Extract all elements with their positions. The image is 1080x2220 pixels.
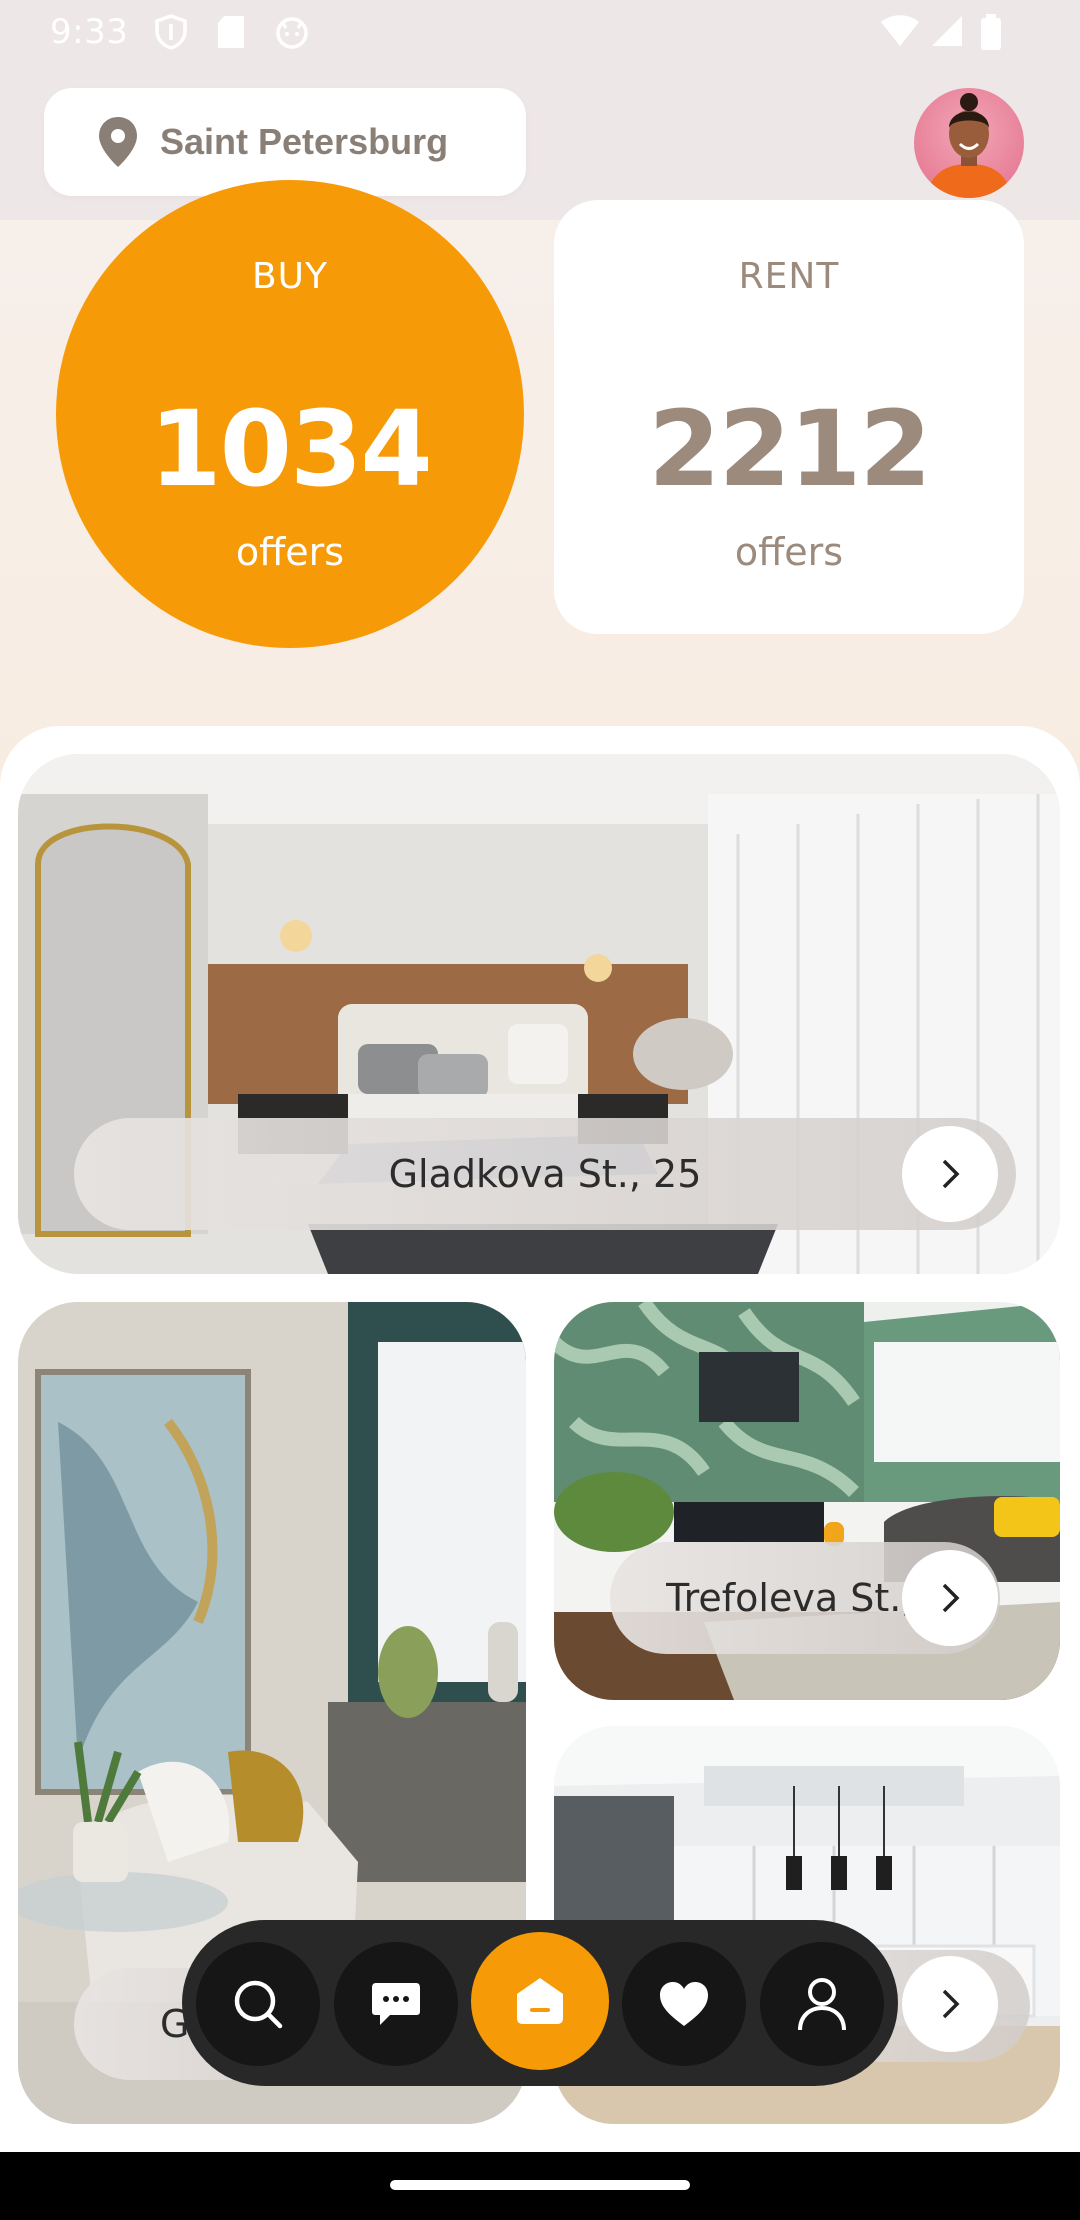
rent-count: 2212 <box>648 388 931 510</box>
chat-icon <box>372 1983 420 2025</box>
map-pin-icon <box>99 117 137 167</box>
rent-offers-card[interactable]: RENT 2212 offers <box>554 200 1024 634</box>
home-gesture-handle[interactable] <box>390 2180 690 2190</box>
listing-card[interactable]: Trefoleva St., <box>554 1302 1060 1700</box>
chevron-right-icon <box>942 1583 960 1613</box>
status-time: 9:33 <box>50 12 129 52</box>
buy-offers-card[interactable]: BUY 1034 offers <box>56 180 524 648</box>
home-icon <box>517 1978 563 2024</box>
listing-address: Gladkova St., 25 <box>388 1152 702 1196</box>
buy-unit: offers <box>235 530 345 574</box>
chevron-right-icon <box>942 1159 960 1189</box>
nav-search[interactable] <box>196 1942 320 2066</box>
buy-count: 1034 <box>149 388 432 510</box>
cat-face-icon <box>274 14 310 54</box>
listing-card[interactable]: Gladkova St., 25 <box>18 754 1060 1274</box>
buy-label: BUY <box>251 256 329 297</box>
search-icon <box>234 1980 283 2029</box>
signal-icon <box>930 14 964 52</box>
open-listing-button[interactable] <box>902 1550 998 1646</box>
chevron-right-icon <box>942 1989 960 2019</box>
open-listing-button[interactable] <box>902 1956 998 2052</box>
sd-card-icon <box>216 14 246 54</box>
avatar[interactable] <box>914 88 1024 198</box>
avatar-image <box>926 93 1012 198</box>
profile-icon <box>798 1978 846 2031</box>
rent-label: RENT <box>738 256 840 297</box>
shield-icon <box>154 14 188 54</box>
bottom-navigation <box>182 1920 898 2086</box>
location-label: Saint Petersburg <box>160 121 449 162</box>
listing-caption: Gladkova St., 25 <box>74 1118 1016 1230</box>
nav-messages[interactable] <box>334 1942 458 2066</box>
nav-home[interactable] <box>471 1932 609 2070</box>
open-listing-button[interactable] <box>902 1126 998 1222</box>
heart-icon <box>660 1982 708 2026</box>
rent-unit: offers <box>734 530 844 574</box>
nav-profile[interactable] <box>760 1942 884 2066</box>
wifi-icon <box>880 14 920 52</box>
listing-address: Trefoleva St., <box>666 1576 914 1620</box>
nav-favorites[interactable] <box>622 1942 746 2066</box>
status-bar: 9:33 <box>0 0 1080 66</box>
battery-icon <box>980 14 1002 54</box>
